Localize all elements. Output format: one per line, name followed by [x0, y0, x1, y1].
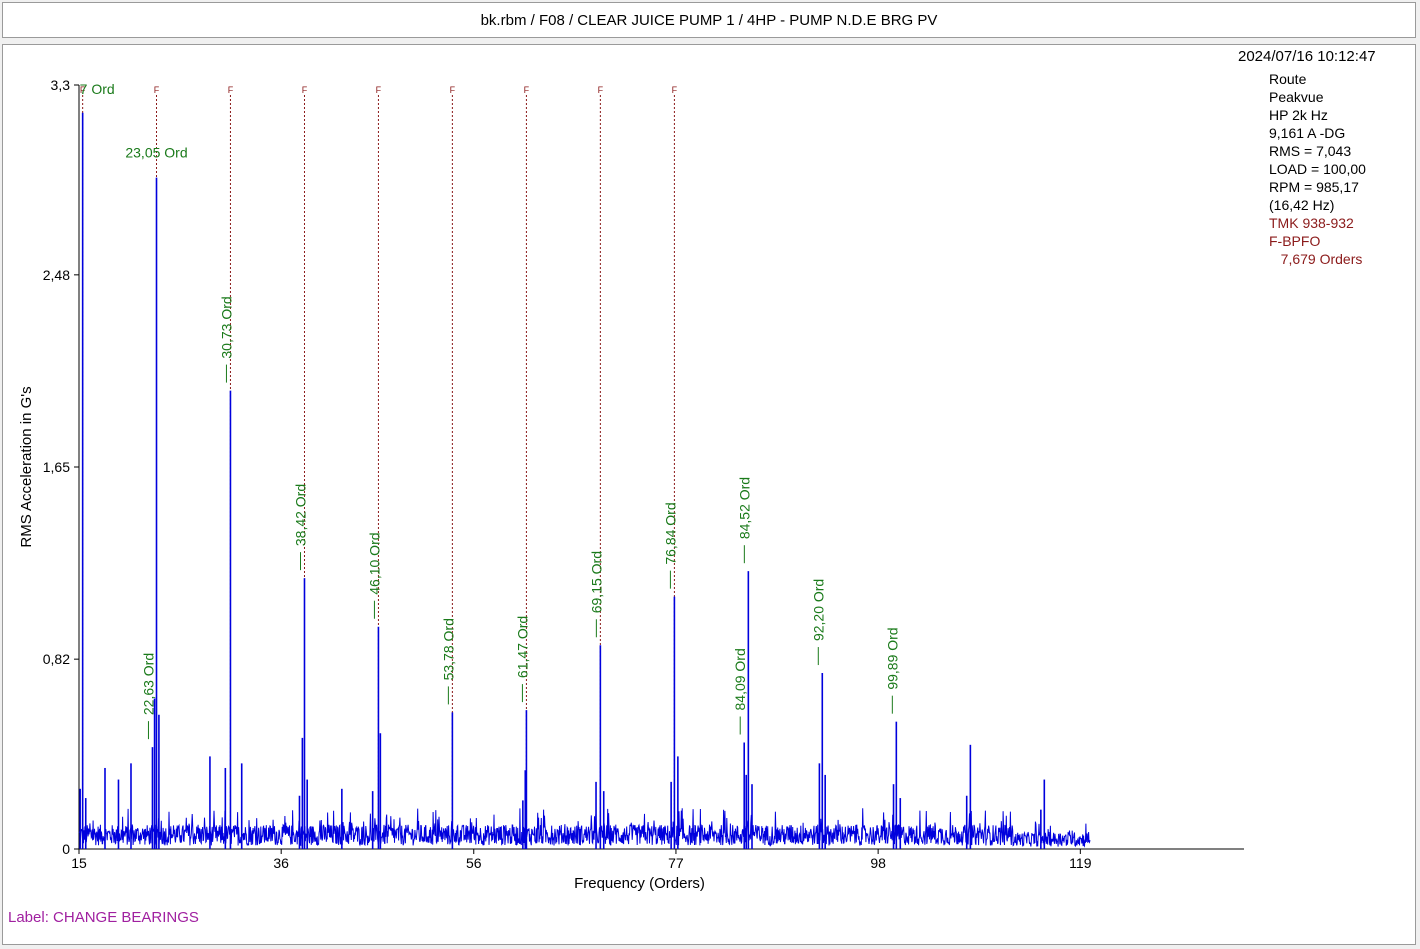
- x-tick-label: 36: [273, 855, 289, 871]
- fault-marker-label: F: [450, 85, 456, 95]
- record-label: Label: CHANGE BEARINGS: [8, 909, 199, 926]
- x-tick-label: 15: [71, 855, 87, 871]
- fault-info-line: F-BPFO: [1269, 233, 1321, 249]
- y-axis-title: RMS Acceleration in G's: [18, 386, 35, 547]
- fault-marker-label: F: [302, 85, 308, 95]
- peak-label: 23,05 Ord: [125, 145, 187, 161]
- x-tick-label: 98: [870, 855, 886, 871]
- info-line: (16,42 Hz): [1269, 197, 1335, 213]
- info-line: HP 2k Hz: [1269, 107, 1328, 123]
- fault-info-line: 7,679 Orders: [1269, 251, 1363, 267]
- x-tick-label: 77: [668, 855, 684, 871]
- info-line: Route: [1269, 71, 1307, 87]
- peak-label: 84,52 Ord: [736, 477, 752, 539]
- peak-label: 46,10 Ord: [366, 532, 382, 594]
- fault-marker-label: F: [524, 85, 530, 95]
- fault-info-line: TMK 938-932: [1269, 215, 1354, 231]
- peak-label: 69,15 Ord: [588, 551, 604, 613]
- y-tick-label: 0: [62, 841, 70, 857]
- peak-label: 84,09 Ord: [732, 648, 748, 710]
- y-tick-label: 0,82: [43, 651, 70, 667]
- info-line: RMS = 7,043: [1269, 143, 1352, 159]
- peak-label: 22,63 Ord: [140, 653, 156, 715]
- peak-label: 30,73 Ord: [218, 296, 234, 358]
- x-axis-title: Frequency (Orders): [574, 875, 705, 892]
- fault-marker-label: F: [672, 85, 678, 95]
- info-line: 9,161 A -DG: [1269, 125, 1346, 141]
- peak-label: 53,78 Ord: [440, 618, 456, 680]
- peak-label: 61,47 Ord: [514, 616, 530, 678]
- peak-label: 99,89 Ord: [884, 627, 900, 689]
- fault-marker-label: F: [598, 85, 604, 95]
- x-tick-label: 119: [1069, 855, 1092, 871]
- y-tick-label: 1,65: [43, 459, 70, 475]
- peak-label: 76,84 Ord: [662, 502, 678, 564]
- peak-label: 7 Ord: [80, 81, 115, 97]
- fault-marker-label: F: [154, 85, 160, 95]
- info-line: LOAD = 100,00: [1269, 161, 1366, 177]
- peak-label: 92,20 Ord: [810, 579, 826, 641]
- info-timestamp: 2024/07/16 10:12:47: [1238, 48, 1376, 65]
- fault-marker-label: F: [228, 85, 234, 95]
- info-line: RPM = 985,17: [1269, 179, 1359, 195]
- peak-label: 38,42 Ord: [292, 484, 308, 546]
- x-tick-label: 56: [466, 855, 482, 871]
- y-tick-label: 2,48: [43, 267, 70, 283]
- spectrum-chart: 0 0,82 1,65 2,48 3,3 15 36 56 77 98 119 Frequency (…: [18, 77, 1244, 892]
- fault-marker-label: F: [376, 85, 382, 95]
- info-line: Peakvue: [1269, 89, 1324, 105]
- y-tick-label: 3,3: [51, 77, 71, 93]
